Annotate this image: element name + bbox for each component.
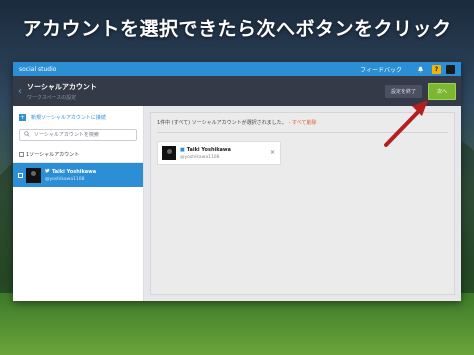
avatar[interactable]: [446, 64, 455, 74]
close-icon[interactable]: ×: [270, 149, 275, 156]
app-window: social studio フィードバック ? ‹ ソーシャルアカウント ワーク…: [13, 62, 461, 301]
remove-all-link[interactable]: - すべて削除: [289, 120, 317, 126]
back-chevron-icon[interactable]: ‹: [18, 86, 22, 97]
page-titles: ソーシャルアカウント ワークスペースの設定: [27, 82, 385, 101]
page-header: ‹ ソーシャルアカウント ワークスペースの設定 設定を終了 次へ: [13, 76, 461, 106]
account-name: Taiki Yoshikawa: [52, 168, 97, 175]
twitter-icon: [45, 168, 50, 175]
account-handle: @yoshikawa1108: [45, 177, 85, 182]
account-avatar: [26, 167, 41, 183]
brand-logo[interactable]: social studio: [19, 66, 360, 73]
selection-summary: 1件中 (すべて) ソーシャルアカウントが選択されました。 - すべて削除: [157, 119, 448, 133]
selection-text: 1件中 (すべて) ソーシャルアカウントが選択されました。: [157, 120, 287, 126]
add-account-row[interactable]: + 新規ソーシャルアカウントに接続: [13, 106, 143, 125]
account-checkbox[interactable]: [18, 172, 23, 178]
account-count-row: 1ソーシャルアカウント: [13, 145, 143, 163]
instruction-headline: アカウントを選択できたら次へボタンをクリック: [22, 18, 452, 40]
select-all-checkbox[interactable]: [19, 152, 24, 157]
content-area: + 新規ソーシャルアカウントに接続 1ソーシャルアカウント: [13, 106, 461, 301]
account-text: Taiki Yoshikawa @yoshikawa1108: [45, 168, 97, 183]
account-count-label: 1ソーシャルアカウント: [26, 152, 80, 158]
feedback-link[interactable]: フィードバック: [360, 65, 402, 74]
add-account-label[interactable]: 新規ソーシャルアカウントに接続: [31, 114, 106, 121]
bell-icon[interactable]: [416, 65, 424, 73]
selection-panel: 1件中 (すべて) ソーシャルアカウントが選択されました。 - すべて削除 ■ T…: [150, 112, 455, 295]
selected-account-text: ■ Taiki Yoshikawa @yoshikawa1108: [180, 147, 231, 160]
search-box[interactable]: [19, 129, 137, 141]
search-icon: [24, 131, 30, 139]
selected-account-card: ■ Taiki Yoshikawa @yoshikawa1108 ×: [157, 141, 281, 165]
page-subtitle: ワークスペースの設定: [27, 94, 77, 101]
selected-account-avatar: [162, 146, 176, 160]
help-icon[interactable]: ?: [432, 64, 441, 74]
selection-main: 1件中 (すべて) ソーシャルアカウントが選択されました。 - すべて削除 ■ T…: [144, 106, 461, 301]
selected-account-handle: @yoshikawa1108: [180, 154, 220, 160]
list-item[interactable]: Taiki Yoshikawa @yoshikawa1108: [13, 163, 143, 187]
page-title: ソーシャルアカウント: [27, 82, 97, 91]
search-input[interactable]: [34, 132, 132, 138]
top-bar: social studio フィードバック ?: [13, 62, 461, 76]
twitter-icon: ■: [180, 146, 185, 153]
background-grass: [0, 293, 474, 355]
account-sidebar: + 新規ソーシャルアカウントに接続 1ソーシャルアカウント: [13, 106, 144, 301]
finish-settings-button[interactable]: 設定を終了: [384, 84, 422, 98]
next-button[interactable]: 次へ: [427, 82, 456, 100]
selected-account-name: Taiki Yoshikawa: [186, 146, 231, 153]
plus-icon: +: [19, 114, 26, 121]
